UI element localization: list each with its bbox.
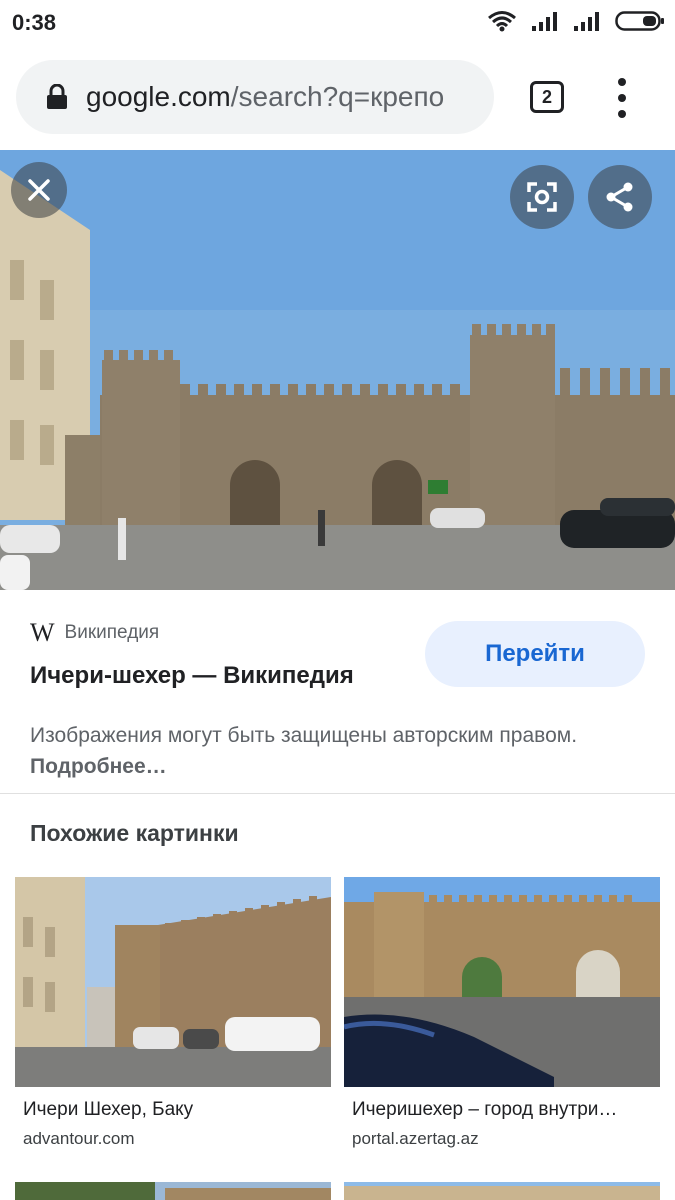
learn-more-link[interactable]: Подробнее… <box>30 755 167 778</box>
url-path: /search?q=крепо <box>230 81 445 112</box>
wifi-icon <box>488 11 516 32</box>
visit-button[interactable]: Перейти <box>425 621 645 687</box>
battery-icon <box>615 11 664 31</box>
status-icons <box>487 10 665 32</box>
lock-icon <box>47 84 67 109</box>
close-icon <box>28 179 50 201</box>
related-image-caption: Ичеришехер – город внутри… <box>352 1099 618 1120</box>
tab-switcher-button[interactable]: 2 <box>530 81 564 113</box>
fortress-gate-image <box>344 877 660 1087</box>
fortress-image <box>15 1182 331 1200</box>
url-host: google.com <box>86 81 231 112</box>
close-button[interactable] <box>11 162 67 218</box>
preview-image[interactable] <box>0 150 675 590</box>
dot-icon <box>618 94 626 102</box>
url-text[interactable]: google.com/search?q=крепо <box>86 81 444 113</box>
related-image-domain: advantour.com <box>23 1129 135 1148</box>
signal-icon <box>532 12 557 31</box>
related-image-domain: portal.azertag.az <box>352 1129 479 1148</box>
related-image-thumbnail[interactable] <box>15 877 331 1087</box>
status-bar: 0:38 <box>0 0 675 46</box>
related-image-caption: Ичери Шехер, Баку <box>23 1099 194 1120</box>
fortress-wall-image <box>0 150 675 590</box>
related-image-card[interactable]: Ичери Шехер, Баку advantour.com <box>15 877 331 1149</box>
source-name: Википедия <box>64 622 160 643</box>
related-image-thumbnail[interactable] <box>344 1182 660 1200</box>
copyright-notice: Изображения могут быть защищены авторски… <box>30 720 630 782</box>
lens-icon <box>527 182 557 212</box>
dot-icon <box>618 110 626 118</box>
share-button[interactable] <box>588 165 652 229</box>
related-image-card[interactable]: Ичеришехер – город внутри… portal.azerta… <box>344 877 660 1149</box>
google-lens-button[interactable] <box>510 165 574 229</box>
dot-icon <box>618 78 626 86</box>
more-menu-button[interactable] <box>612 78 632 118</box>
fortress-image <box>344 1182 660 1200</box>
source-row[interactable]: W Википедия <box>30 618 159 648</box>
fortress-wall-image <box>15 877 331 1087</box>
related-image-thumbnail[interactable] <box>344 877 660 1087</box>
copyright-text: Изображения могут быть защищены авторски… <box>30 724 578 747</box>
share-icon <box>606 182 633 212</box>
browser-toolbar: google.com/search?q=крепо 2 <box>0 46 675 150</box>
address-bar[interactable]: google.com/search?q=крепо <box>16 60 494 134</box>
related-image-thumbnail[interactable] <box>15 1182 331 1200</box>
wikipedia-icon: W <box>30 618 55 647</box>
signal-icon <box>574 12 599 31</box>
result-title[interactable]: Ичери-шехер — Википедия <box>30 662 354 690</box>
divider <box>0 793 675 794</box>
status-time: 0:38 <box>12 10 57 35</box>
related-images-heading: Похожие картинки <box>30 820 239 846</box>
